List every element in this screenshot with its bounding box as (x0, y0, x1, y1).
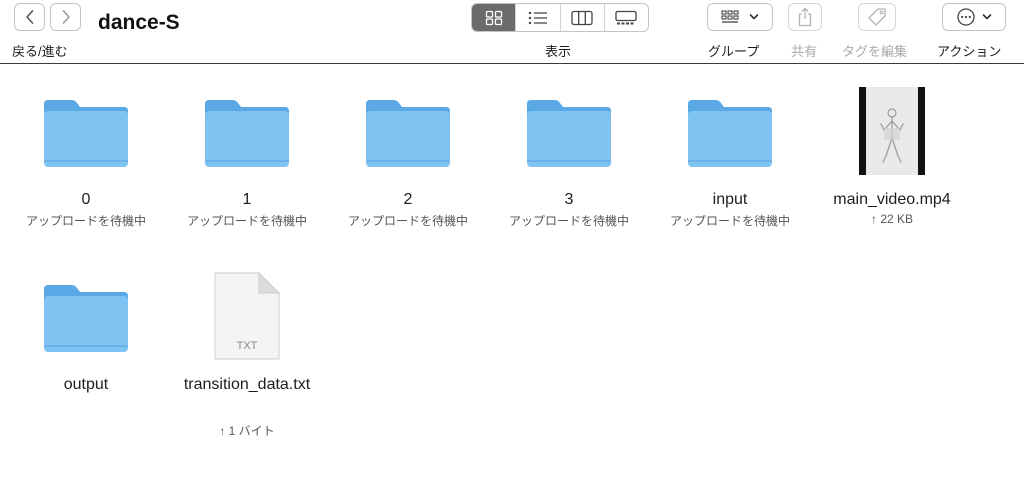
toolbar: 戻る/進む dance-S 表示 グループ 共有 タグを編集 アクション (0, 0, 1024, 64)
item-status: アップロードを待機中 (347, 214, 468, 228)
item-name: main_video.mp4 (833, 191, 951, 208)
item-status: ↑ 1 バイト (219, 424, 275, 438)
list-icon (528, 11, 547, 24)
share-icon (798, 7, 812, 27)
tag-button[interactable] (858, 3, 896, 31)
columns-icon (571, 10, 593, 25)
tag-icon (868, 8, 886, 26)
item-name: input (712, 191, 748, 208)
gallery-view-button[interactable] (605, 4, 648, 31)
back-button[interactable] (14, 3, 45, 31)
folder-icon (16, 86, 156, 178)
folder-icon (16, 271, 156, 363)
grid-icon (485, 10, 502, 25)
action-button[interactable] (942, 3, 1006, 31)
column-view-button[interactable] (561, 4, 605, 31)
item-status: アップロードを待機中 (25, 214, 146, 228)
chevron-down-icon (749, 14, 759, 20)
share-label: 共有 (791, 44, 818, 59)
folder-icon (660, 86, 800, 178)
chevron-down-icon (982, 14, 992, 20)
gallery-icon (615, 10, 638, 24)
view-switcher (471, 3, 649, 32)
group-label: グループ (708, 44, 760, 59)
forward-button[interactable] (50, 3, 81, 31)
item-status: ↑ 22 KB (870, 212, 914, 226)
chevron-left-icon (25, 10, 33, 24)
video-thumbnail-icon (822, 86, 962, 178)
tag-label: タグを編集 (842, 44, 908, 59)
share-button[interactable] (788, 3, 822, 31)
group-button[interactable] (707, 3, 773, 31)
folder-icon (499, 86, 639, 178)
nav-label: 戻る/進む (12, 44, 68, 59)
list-view-button[interactable] (516, 4, 561, 31)
chevron-right-icon (62, 10, 70, 24)
item-name: transition_data.txt (183, 376, 311, 393)
group-grid-icon (721, 10, 739, 23)
item-name: 3 (564, 191, 574, 208)
folder-icon (177, 86, 317, 178)
text-file-icon: TXT (177, 271, 317, 363)
window-title: dance-S (98, 11, 180, 34)
item-status: アップロードを待機中 (669, 214, 790, 228)
txt-badge: TXT (237, 340, 258, 352)
ellipsis-circle-icon (957, 8, 975, 26)
view-label: 表示 (545, 44, 572, 59)
folder-icon (338, 86, 478, 178)
action-label: アクション (937, 44, 1002, 59)
item-name: 2 (403, 191, 413, 208)
item-status: アップロードを待機中 (186, 214, 307, 228)
item-status: アップロードを待機中 (508, 214, 629, 228)
item-name: 0 (81, 191, 91, 208)
item-name: 1 (242, 191, 252, 208)
item-name: output (63, 376, 109, 393)
icon-view-button[interactable] (472, 4, 517, 31)
